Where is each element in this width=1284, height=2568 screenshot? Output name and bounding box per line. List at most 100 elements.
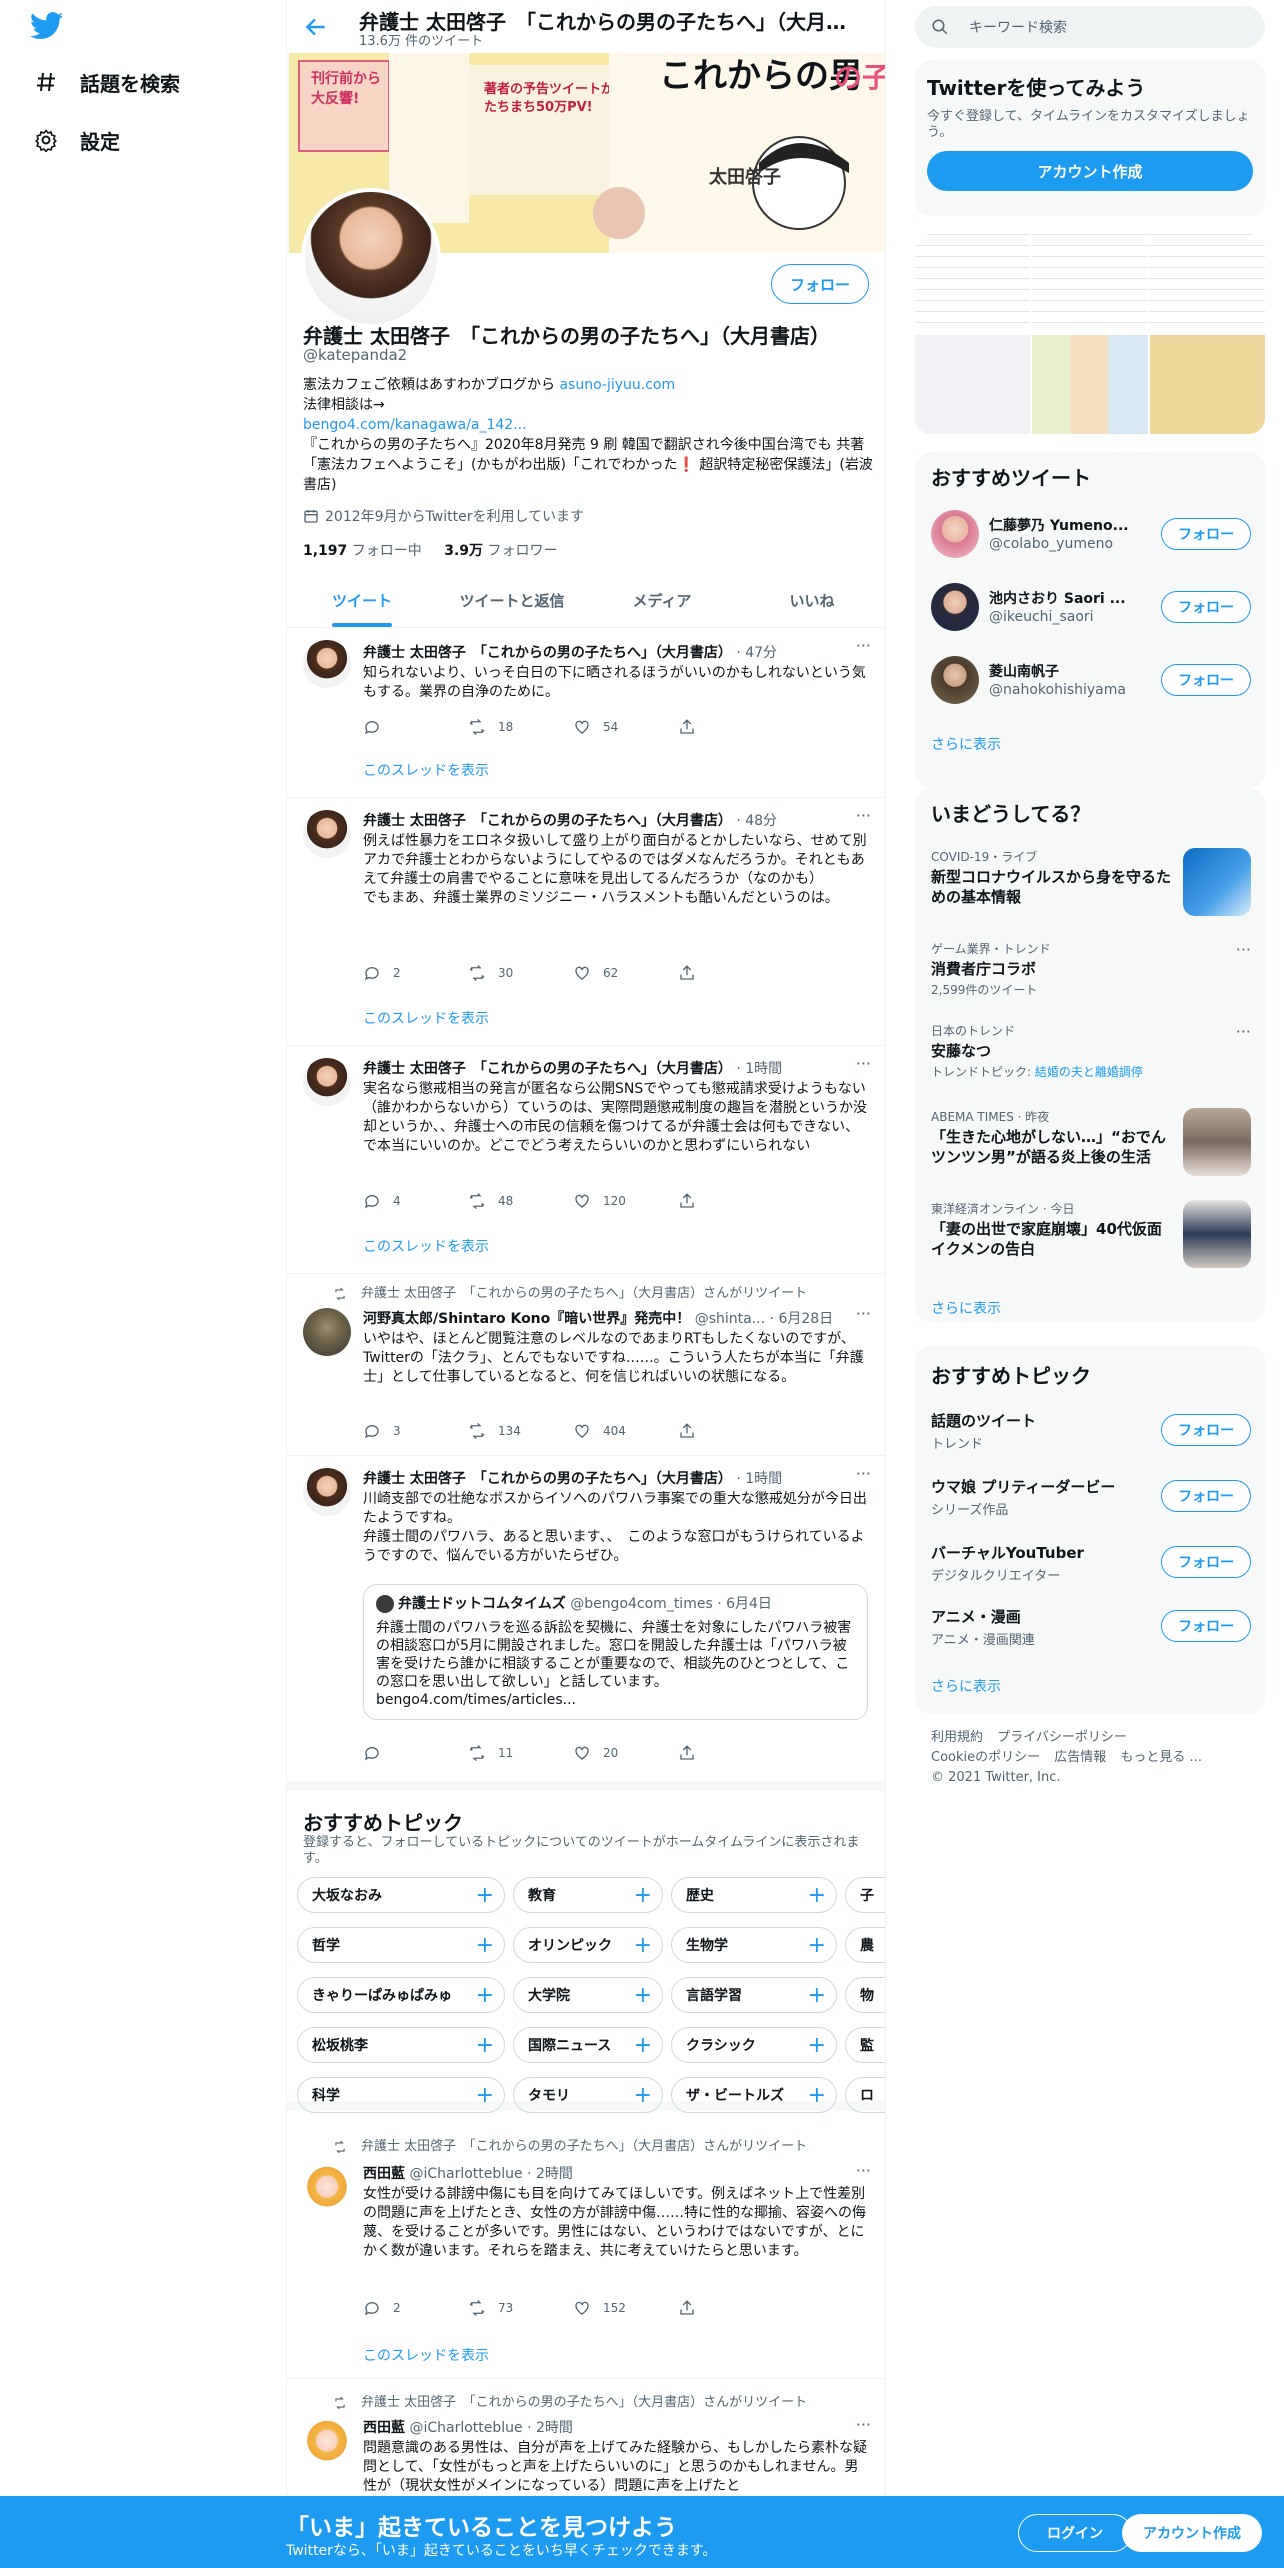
show-more-link[interactable]: さらに表示 bbox=[931, 1676, 1001, 1696]
topic-chip[interactable]: 言語学習 + bbox=[671, 1977, 837, 2013]
rec-user[interactable]: 菱山南帆子 @nahokohishiyama フォロー bbox=[931, 656, 1251, 706]
trend-item[interactable]: COVID-19・ライブ 新型コロナウイルスから身を守るための基本情報 bbox=[931, 848, 1251, 920]
reply-button[interactable] bbox=[363, 718, 468, 736]
followers-link[interactable]: 3.9万 フォロワー bbox=[444, 543, 557, 559]
trend-item[interactable]: ABEMA TIMES · 昨夜 「生きた心地がしない…」“おでんツンツン男”が… bbox=[931, 1108, 1251, 1180]
tab-tweets-replies[interactable]: ツイートと返信 bbox=[437, 574, 587, 627]
tweet-avatar[interactable] bbox=[303, 810, 351, 858]
topic-chip[interactable]: ザ・ビートルズ + bbox=[671, 2077, 837, 2113]
reply-button[interactable] bbox=[363, 1744, 468, 1762]
topic-chip[interactable]: 教育 + bbox=[513, 1877, 663, 1913]
reply-button[interactable]: 2 bbox=[363, 964, 468, 982]
media-thumb[interactable] bbox=[1032, 234, 1148, 333]
tweet-author[interactable]: 弁護士 太田啓子 「これからの男の子たちへ」（大月書店） bbox=[363, 1061, 732, 1077]
topic-chip[interactable]: 松坂桃李 + bbox=[297, 2027, 505, 2063]
tweet-time[interactable]: 2時間 bbox=[536, 2420, 573, 2436]
like-button[interactable]: 152 bbox=[573, 2299, 678, 2317]
tweet[interactable]: 弁護士 太田啓子 「これからの男の子たちへ」（大月書店） · 1時間 ··· 川… bbox=[287, 1456, 885, 1781]
share-button[interactable] bbox=[678, 718, 783, 736]
show-thread-link[interactable]: このスレッドを表示 bbox=[363, 1008, 489, 1028]
topic-chip[interactable]: 科学 + bbox=[297, 2077, 505, 2113]
topic-item[interactable]: ウマ娘 プリティーダービー シリーズ作品 フォロー bbox=[931, 1476, 1251, 1520]
quoted-tweet[interactable]: 弁護士ドットコムタイムズ @bengo4com_times · 6月4日 弁護士… bbox=[363, 1584, 868, 1720]
follow-button[interactable]: フォロー bbox=[1161, 1414, 1251, 1446]
more-options-icon[interactable]: ··· bbox=[1236, 940, 1251, 959]
following-link[interactable]: 1,197 フォロー中 bbox=[303, 543, 422, 559]
rec-user[interactable]: 仁藤夢乃 Yumeno... @colabo_yumeno フォロー bbox=[931, 510, 1251, 560]
topic-chip[interactable]: きゃりーぱみゅぱみゅ + bbox=[297, 1977, 505, 2013]
reply-button[interactable]: 4 bbox=[363, 1192, 468, 1210]
follow-button[interactable]: フォロー bbox=[770, 264, 869, 304]
footer-privacy[interactable]: プライバシーポリシー bbox=[997, 1730, 1127, 1745]
tweet-avatar[interactable] bbox=[303, 2419, 351, 2467]
show-thread-link[interactable]: このスレッドを表示 bbox=[363, 2345, 489, 2365]
retweet-button[interactable]: 48 bbox=[468, 1192, 573, 1210]
more-options-icon[interactable]: ··· bbox=[856, 1054, 871, 1073]
retweet-button[interactable]: 30 bbox=[468, 964, 573, 982]
topic-chip[interactable]: 国際ニュース + bbox=[513, 2027, 663, 2063]
user-name[interactable]: 菱山南帆子 bbox=[989, 661, 1134, 681]
follow-button[interactable]: フォロー bbox=[1161, 664, 1251, 696]
media-thumb[interactable] bbox=[1149, 335, 1265, 434]
media-thumb[interactable] bbox=[915, 335, 1031, 434]
user-name[interactable]: 仁藤夢乃 Yumeno... bbox=[989, 515, 1134, 535]
topic-chip[interactable]: ロ bbox=[845, 2077, 885, 2113]
tweet-time[interactable]: 2時間 bbox=[536, 2166, 573, 2182]
like-button[interactable]: 62 bbox=[573, 964, 678, 982]
tweet-author[interactable]: 弁護士 太田啓子 「これからの男の子たちへ」（大月書店） bbox=[363, 813, 732, 829]
tweet[interactable]: 弁護士 太田啓子 「これからの男の子たちへ」（大月書店） · 47分 ··· 知… bbox=[287, 628, 885, 798]
share-button[interactable] bbox=[678, 1192, 783, 1210]
bio-link-bengo4[interactable]: bengo4.com/kanagawa/a_142... bbox=[303, 417, 527, 433]
trend-item[interactable]: 日本のトレンド 安藤なつ トレンドトピック: 結婚の夫と離婚調停 ··· bbox=[931, 1022, 1251, 1080]
user-name[interactable]: 池内さおり Saori ... bbox=[989, 588, 1134, 608]
topic-chip[interactable]: 大坂なおみ + bbox=[297, 1877, 505, 1913]
footer-terms[interactable]: 利用規約 bbox=[931, 1730, 983, 1745]
tweet-time[interactable]: 6月28日 bbox=[778, 1311, 833, 1327]
tweet[interactable]: 弁護士 太田啓子 「これからの男の子たちへ」（大月書店）さんがリツイート 西田藍… bbox=[287, 2121, 885, 2379]
tweet-time[interactable]: 1時間 bbox=[745, 1061, 782, 1077]
topic-chip[interactable]: 大学院 + bbox=[513, 1977, 663, 2013]
share-button[interactable] bbox=[678, 964, 783, 982]
follow-button[interactable]: フォロー bbox=[1161, 1546, 1251, 1578]
nav-settings[interactable]: 設定 bbox=[32, 120, 120, 160]
back-arrow-icon[interactable] bbox=[303, 14, 329, 40]
nav-explore[interactable]: 話題を検索 bbox=[32, 62, 180, 102]
tweet-time[interactable]: 48分 bbox=[745, 813, 777, 829]
trend-item[interactable]: ゲーム業界・トレンド 消費者庁コラボ 2,599件のツイート ··· bbox=[931, 940, 1251, 998]
tweet-avatar[interactable] bbox=[303, 1058, 351, 1106]
login-button[interactable]: ログイン bbox=[1018, 2514, 1132, 2552]
more-options-icon[interactable]: ··· bbox=[856, 2161, 871, 2180]
tab-likes[interactable]: いいね bbox=[737, 574, 885, 627]
topic-item[interactable]: バーチャルYouTuber デジタルクリエイター フォロー bbox=[931, 1542, 1251, 1586]
share-button[interactable] bbox=[678, 1744, 783, 1762]
tweet-time[interactable]: 47分 bbox=[745, 645, 777, 661]
like-button[interactable]: 54 bbox=[573, 718, 678, 736]
topic-chip[interactable]: 歴史 + bbox=[671, 1877, 837, 1913]
follow-button[interactable]: フォロー bbox=[1161, 1480, 1251, 1512]
tweet-author[interactable]: 西田藍 bbox=[363, 2166, 405, 2182]
retweet-button[interactable]: 73 bbox=[468, 2299, 573, 2317]
user-avatar[interactable] bbox=[931, 583, 979, 631]
tweet-author[interactable]: 弁護士 太田啓子 「これからの男の子たちへ」（大月書店） bbox=[363, 645, 732, 661]
share-button[interactable] bbox=[678, 2299, 783, 2317]
tweet-author[interactable]: 西田藍 bbox=[363, 2420, 405, 2436]
tweet-avatar[interactable] bbox=[303, 640, 351, 688]
more-options-icon[interactable]: ··· bbox=[856, 1464, 871, 1483]
trend-sub-link[interactable]: 結婚の夫と離婚調停 bbox=[1035, 1065, 1143, 1079]
user-avatar[interactable] bbox=[931, 510, 979, 558]
topic-chip[interactable]: オリンピック + bbox=[513, 1927, 663, 1963]
topic-chip[interactable]: クラシック + bbox=[671, 2027, 837, 2063]
topic-item[interactable]: アニメ・漫画 アニメ・漫画関連 フォロー bbox=[931, 1606, 1251, 1650]
more-options-icon[interactable]: ··· bbox=[856, 806, 871, 825]
rec-user[interactable]: 池内さおり Saori ... @ikeuchi_saori フォロー bbox=[931, 583, 1251, 633]
show-more-link[interactable]: さらに表示 bbox=[931, 1298, 1001, 1318]
reply-button[interactable]: 3 bbox=[363, 1422, 468, 1440]
show-thread-link[interactable]: このスレッドを表示 bbox=[363, 760, 489, 780]
tweet[interactable]: 弁護士 太田啓子 「これからの男の子たちへ」（大月書店） · 1時間 ··· 実… bbox=[287, 1046, 885, 1274]
share-button[interactable] bbox=[678, 1422, 783, 1440]
media-thumb[interactable] bbox=[915, 234, 1031, 333]
media-thumb[interactable] bbox=[1032, 335, 1148, 434]
create-account-button[interactable]: アカウント作成 bbox=[927, 151, 1253, 191]
media-thumb[interactable] bbox=[1149, 234, 1265, 333]
topic-chip[interactable]: 哲学 + bbox=[297, 1927, 505, 1963]
